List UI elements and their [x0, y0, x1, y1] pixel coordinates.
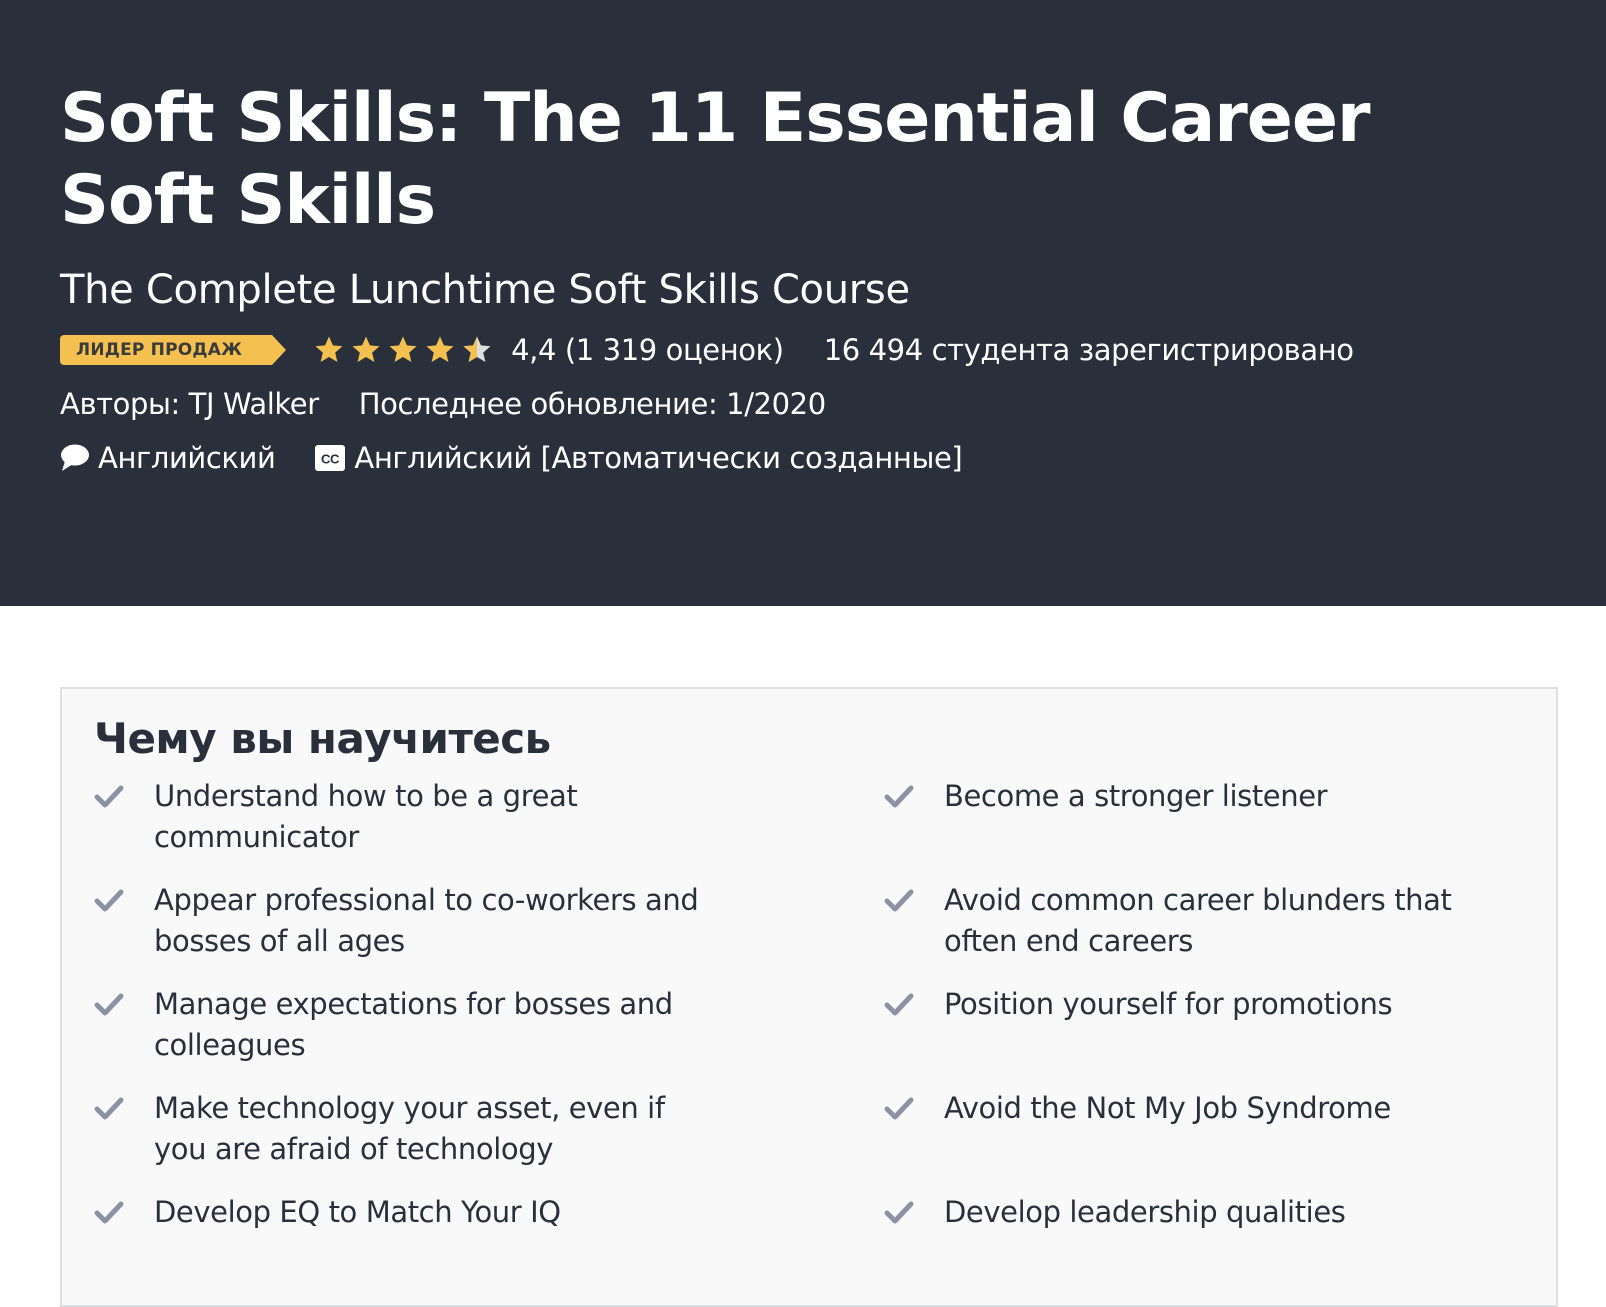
course-stats: ЛИДЕР ПРОДАЖ 4,4 (1 319 оценок) 16 494 с…	[60, 330, 1354, 370]
star-rating[interactable]	[314, 335, 499, 365]
check-icon	[884, 993, 914, 1016]
check-icon	[94, 889, 124, 912]
rating-count[interactable]: 4,4 (1 319 оценок)	[511, 333, 784, 367]
check-icon	[884, 1201, 914, 1224]
check-icon	[884, 889, 914, 912]
check-icon	[94, 993, 124, 1016]
closed-captions-icon: CC	[315, 445, 346, 471]
star-icon	[352, 336, 380, 362]
learn-item: Make technology your asset, even if you …	[94, 1088, 714, 1170]
authors-link[interactable]: Авторы: TJ Walker	[60, 387, 319, 421]
learn-item: Become a stronger listener	[884, 776, 1504, 817]
bestseller-badge: ЛИДЕР ПРОДАЖ	[60, 335, 287, 365]
check-icon	[94, 1201, 124, 1224]
enrolled-count: 16 494 студента зарегистрировано	[823, 333, 1354, 367]
check-icon	[94, 785, 124, 808]
svg-text:CC: CC	[321, 452, 340, 467]
learn-item: Avoid the Not My Job Syndrome	[884, 1088, 1504, 1129]
check-icon	[884, 1097, 914, 1120]
star-icon	[426, 336, 454, 362]
learn-item-text: Understand how to be a great communicato…	[154, 779, 578, 854]
learn-heading: Чему вы научитесь	[94, 714, 551, 763]
star-icon	[315, 336, 343, 362]
learn-item: Manage expectations for bosses and colle…	[94, 984, 714, 1066]
learn-item: Understand how to be a great communicato…	[94, 776, 714, 858]
learn-item-text: Avoid the Not My Job Syndrome	[944, 1091, 1391, 1125]
course-language: Английский	[98, 441, 276, 475]
learn-item-text: Develop EQ to Match Your IQ	[154, 1195, 561, 1229]
learn-item: Appear professional to co-workers and bo…	[94, 880, 714, 962]
star-icon	[389, 336, 417, 362]
half-star-icon	[463, 336, 491, 362]
learn-item-text: Develop leadership qualities	[944, 1195, 1346, 1229]
learn-item: Develop EQ to Match Your IQ	[94, 1192, 714, 1233]
learn-item-text: Manage expectations for bosses and colle…	[154, 987, 673, 1062]
course-subtitle: The Complete Lunchtime Soft Skills Cours…	[60, 267, 910, 313]
learn-item: Develop leadership qualities	[884, 1192, 1504, 1233]
check-icon	[94, 1097, 124, 1120]
what-you-will-learn: Чему вы научитесь Understand how to be a…	[60, 687, 1558, 1307]
course-captions: Английский [Автоматически созданные]	[354, 441, 963, 475]
course-meta: Авторы: TJ Walker Последнее обновление: …	[60, 382, 826, 426]
speech-bubble-icon	[61, 444, 89, 471]
last-updated: Последнее обновление: 1/2020	[358, 387, 826, 421]
learn-item-text: Become a stronger listener	[944, 779, 1328, 813]
learn-item: Position yourself for promotions	[884, 984, 1504, 1025]
course-header: Soft Skills: The 11 Essential Career Sof…	[0, 0, 1606, 606]
learn-item-text: Appear professional to co-workers and bo…	[154, 883, 699, 958]
check-icon	[884, 785, 914, 808]
learn-item-text: Position yourself for promotions	[944, 987, 1393, 1021]
learn-item-text: Avoid common career blunders that often …	[944, 883, 1452, 958]
learn-item: Avoid common career blunders that often …	[884, 880, 1504, 962]
course-languages: Английский CC Английский [Автоматически …	[60, 436, 963, 480]
course-title: Soft Skills: The 11 Essential Career Sof…	[60, 79, 1371, 240]
learn-item-text: Make technology your asset, even if you …	[154, 1091, 665, 1166]
